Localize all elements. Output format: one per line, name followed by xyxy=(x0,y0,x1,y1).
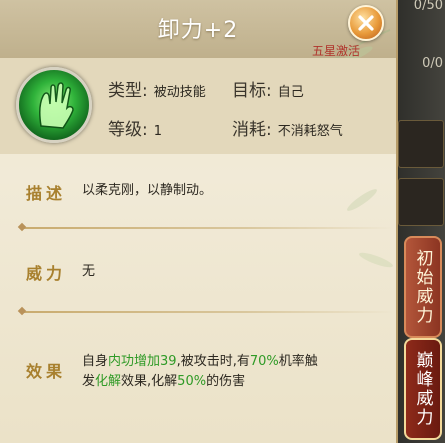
target-value: 自己 xyxy=(277,85,304,100)
cost-field: 消耗: 不消耗怒气 xyxy=(232,115,343,140)
cost-value: 不消耗怒气 xyxy=(277,124,343,139)
tab-peak-power[interactable]: 巅峰威力 xyxy=(404,338,442,440)
green-palm-icon xyxy=(16,67,92,143)
effect-text-part: 机率触 xyxy=(278,354,318,369)
level-value: 1 xyxy=(153,124,163,139)
level-field: 等级: 1 xyxy=(108,115,162,140)
background-slot xyxy=(398,178,444,226)
power-text: 无 xyxy=(82,264,96,279)
cost-label: 消耗: xyxy=(232,120,272,140)
skill-detail-popup: 卸力+2 类型: 被动技能 目标: 自己 等级: 1 消耗: 不消耗怒气 描述 以柔克刚… xyxy=(0,0,398,443)
effect-text-part: 效果,化解 xyxy=(121,374,178,389)
section-divider xyxy=(22,311,394,313)
effect-highlight: 70% xyxy=(249,354,279,369)
effect-text-part: 自身 xyxy=(82,354,109,369)
background-counter-top: 0/50 xyxy=(413,0,443,13)
type-field: 类型: 被动技能 xyxy=(108,76,206,101)
effect-text-part: 的伤害 xyxy=(206,374,246,389)
type-value: 被动技能 xyxy=(153,85,206,100)
tab-initial-power[interactable]: 初始威力 xyxy=(404,236,442,338)
description-label: 描述 xyxy=(26,184,67,203)
effect-text-part: 发 xyxy=(82,374,96,389)
effect-text-part: ,被攻击时,有 xyxy=(176,354,250,369)
effect-line-2: 发化解效果,化解50%的伤害 xyxy=(82,372,318,392)
effect-line-1: 自身内功增加39,被攻击时,有70%机率触 xyxy=(82,352,318,372)
power-label: 威力 xyxy=(26,264,67,283)
background-slot xyxy=(398,120,444,168)
close-x-icon xyxy=(358,15,374,31)
effect-text: 自身内功增加39,被攻击时,有70%机率触 发化解效果,化解50%的伤害 xyxy=(82,352,318,392)
target-field: 目标: 自己 xyxy=(232,76,304,101)
effect-label: 效果 xyxy=(26,362,67,381)
effect-highlight: 内功增加39 xyxy=(108,354,177,369)
level-label: 等级: xyxy=(108,120,148,140)
description-text: 以柔克刚，以静制动。 xyxy=(82,183,213,198)
five-star-activate-note: 五星激活 xyxy=(312,44,361,58)
effect-highlight: 化解 xyxy=(95,374,122,389)
type-label: 类型: xyxy=(108,81,148,101)
close-button[interactable] xyxy=(348,5,384,41)
section-divider xyxy=(22,227,394,229)
target-label: 目标: xyxy=(232,81,272,101)
background-counter-mid: 0/0 xyxy=(422,56,443,71)
effect-highlight: 50% xyxy=(177,374,207,389)
